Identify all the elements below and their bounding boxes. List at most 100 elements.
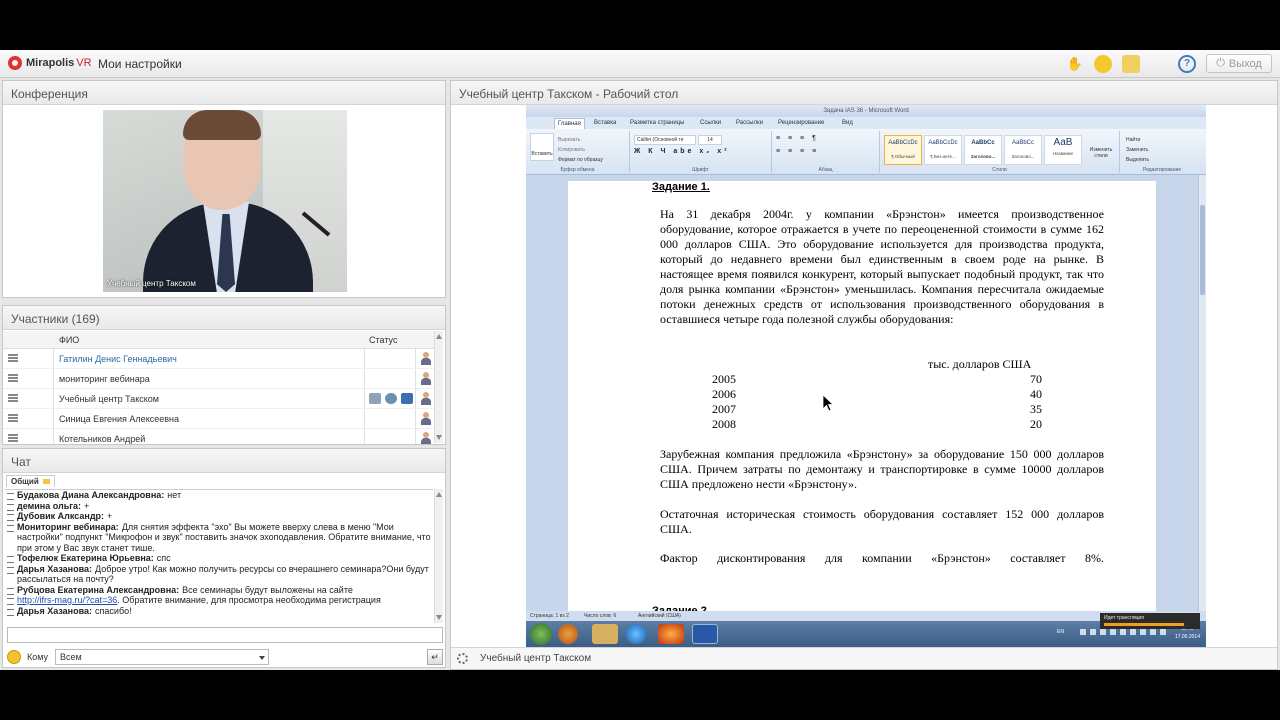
emotion-icon[interactable]	[1094, 55, 1112, 73]
list-buttons[interactable]: ≡ ≡ ≡ ¶	[776, 135, 819, 142]
media-player-icon[interactable]	[558, 624, 578, 644]
word-ribbon-tabs: Главная Вставка Разметка страницы Ссылки…	[526, 117, 1206, 129]
replace-button[interactable]: Заменить	[1126, 145, 1149, 155]
top-bar: Mirapolis VR Мои настройки ✋ ? ⏻ Выход	[0, 50, 1280, 78]
participant-row[interactable]: мониторинг вебинара	[3, 369, 435, 389]
help-icon[interactable]: ?	[1178, 55, 1196, 73]
message-text: нет	[167, 490, 182, 500]
doc-table: 2005 70 2006 40 2007 35 2008 20	[712, 372, 1042, 432]
tab-home[interactable]: Главная	[554, 118, 585, 129]
status-language[interactable]: Английский (США)	[638, 613, 681, 619]
row-menu-icon[interactable]	[8, 414, 18, 422]
doc-table-row: 2007 35	[712, 402, 1042, 416]
font-size-select[interactable]: 14	[698, 135, 722, 145]
recipient-select[interactable]: Всем	[55, 649, 269, 665]
user-icon	[421, 392, 431, 405]
scroll-down-icon[interactable]	[436, 615, 442, 620]
participant-row[interactable]: Гатилин Денис Геннадьевич	[3, 349, 435, 369]
tab-references[interactable]: Ссылки	[700, 120, 721, 126]
row-menu-icon[interactable]	[8, 434, 18, 442]
recipient-label: Кому	[27, 652, 49, 662]
style-heading1[interactable]: AaBbCc Заголово...	[964, 135, 1002, 165]
ie-icon[interactable]	[626, 624, 646, 644]
status-page[interactable]: Страница: 1 из 2	[530, 613, 569, 619]
tab-view[interactable]: Вид	[842, 120, 853, 126]
align-buttons[interactable]: ≡ ≡ ≡ ≡	[776, 148, 819, 155]
message-author: Тофелюк Екатерина Юрьевна:	[17, 553, 154, 563]
language-indicator[interactable]: EN	[1057, 629, 1064, 635]
copy-button[interactable]: Копировать	[558, 145, 603, 155]
message-text: . Обратите внимание, для просмотра необх…	[117, 595, 381, 605]
power-icon: ⏻	[1216, 57, 1225, 69]
format-painter-button[interactable]: Формат по образцу	[558, 155, 603, 165]
row-menu-icon[interactable]	[8, 394, 18, 402]
word-icon[interactable]	[692, 624, 718, 644]
document-page[interactable]: Задание 1. На 31 декабря 2004г. у компан…	[568, 181, 1156, 621]
explorer-icon[interactable]	[592, 624, 618, 644]
style-title[interactable]: AaB Название	[1044, 135, 1082, 165]
find-button[interactable]: Найти	[1126, 135, 1149, 145]
style-heading2[interactable]: AaBbCc Заголово...	[1004, 135, 1042, 165]
editing-items: Найти Заменить Выделить	[1126, 135, 1149, 165]
participants-scrollbar[interactable]	[434, 331, 443, 443]
message-link[interactable]: http://ifrs-mag.ru/?cat=36	[17, 595, 117, 605]
select-button[interactable]: Выделить	[1126, 155, 1149, 165]
gear-icon[interactable]	[457, 653, 468, 664]
chat-message: Рубцова Екатерина Александровна: Все семи…	[5, 585, 433, 596]
scroll-down-icon[interactable]	[436, 435, 442, 440]
shared-screen[interactable]: Задача IAS 36 - Microsoft Word Главная В…	[526, 105, 1206, 647]
participant-row[interactable]: Учебный центр Такском	[3, 389, 435, 409]
participants-table: ФИО Статус Гатилин Денис Геннадьевич мон…	[3, 331, 435, 444]
participant-name: Гатилин Денис Геннадьевич	[59, 354, 177, 364]
row-menu-icon[interactable]	[8, 354, 18, 362]
message-text: спс	[156, 553, 171, 563]
video-feed[interactable]: Учебный центр Такском	[103, 110, 347, 292]
status-words[interactable]: Число слов: 6	[584, 613, 616, 619]
col-name-header[interactable]: ФИО	[59, 335, 79, 345]
scroll-up-icon[interactable]	[436, 334, 442, 339]
tab-insert[interactable]: Вставка	[594, 120, 616, 126]
exit-button[interactable]: ⏻ Выход	[1206, 54, 1272, 73]
start-button[interactable]	[530, 623, 552, 645]
ribbon-group-label: Абзац	[818, 167, 833, 173]
chat-message: Мониторинг вебинара: Для снятия эффекта "…	[5, 522, 433, 554]
style-normal[interactable]: AaBbCcDc ¶ Обычный	[884, 135, 922, 165]
chat-message: http://ifrs-mag.ru/?cat=36. Обратите вни…	[5, 595, 433, 606]
chat-tab-label: Общий	[11, 477, 39, 486]
chat-message-input[interactable]	[7, 627, 443, 643]
tab-review[interactable]: Рецензирование	[778, 120, 824, 126]
participant-row[interactable]: Синица Евгения Алексеевна	[3, 409, 435, 429]
tab-mailings[interactable]: Рассылки	[736, 120, 763, 126]
participants-title: Участники (169)	[3, 306, 445, 330]
firefox-icon[interactable]	[658, 624, 684, 644]
message-text: Все семинары будут выложены на сайте	[182, 584, 353, 595]
paste-button[interactable]: Вставить	[530, 133, 554, 161]
row-menu-icon[interactable]	[8, 374, 18, 382]
participant-name: Синица Евгения Алексеевна	[59, 414, 179, 424]
font-format-buttons[interactable]: Ж К Ч abe x₂ x²	[634, 148, 730, 155]
tab-page-layout[interactable]: Разметка страницы	[630, 120, 684, 126]
app-window: Mirapolis VR Мои настройки ✋ ? ⏻ Выход К…	[0, 50, 1280, 670]
participant-name: Котельников Андрей	[59, 434, 146, 444]
chat-tab-general[interactable]: Общий	[6, 475, 55, 487]
scroll-up-icon[interactable]	[436, 492, 442, 497]
chat-message: Будакова Диана Александровна: нет	[5, 490, 433, 501]
document-scrollbar[interactable]	[1198, 175, 1206, 611]
font-name-select[interactable]: Calibri (Основной те	[634, 135, 696, 145]
chat-log: Будакова Диана Александровна: нет демина …	[5, 489, 433, 623]
notes-icon[interactable]	[1122, 55, 1140, 73]
send-button[interactable]: ↵	[427, 649, 443, 665]
app-logo: Mirapolis VR	[8, 56, 92, 70]
cut-button[interactable]: Вырезать	[558, 135, 603, 145]
col-status-header[interactable]: Статус	[369, 335, 397, 345]
style-no-spacing[interactable]: AaBbCcDc ¶ Без инте...	[924, 135, 962, 165]
raise-hand-icon[interactable]: ✋	[1066, 55, 1084, 73]
scroll-thumb[interactable]	[1200, 205, 1205, 295]
my-settings-menu[interactable]: Мои настройки	[98, 57, 182, 71]
chat-scrollbar[interactable]	[434, 489, 443, 623]
conference-title: Конференция	[3, 81, 445, 105]
broadcast-notification: Идет трансляция	[1100, 613, 1200, 629]
smiley-icon[interactable]	[7, 650, 21, 664]
change-styles-button[interactable]: Изменить стили	[1086, 147, 1116, 159]
participant-row[interactable]: Котельников Андрей	[3, 429, 435, 444]
